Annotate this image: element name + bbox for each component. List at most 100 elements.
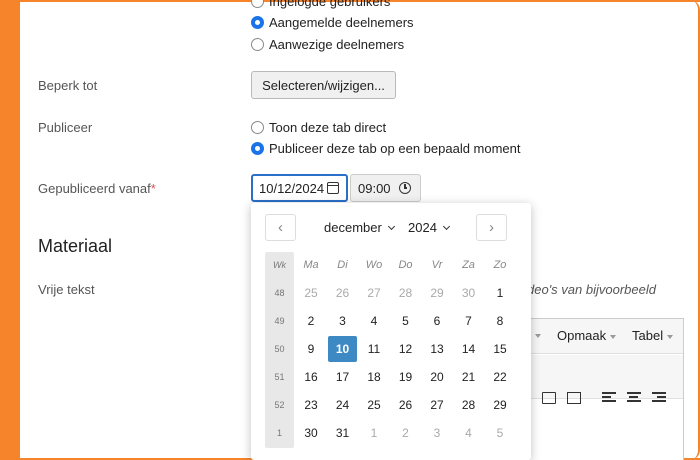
align-left-icon[interactable]: [602, 392, 616, 404]
radio-button[interactable]: [251, 38, 264, 51]
calendar-day[interactable]: 20: [423, 364, 452, 390]
publish-label: Publiceer: [38, 120, 93, 135]
rich-text-editor[interactable]: Opmaak Tabel: [520, 318, 684, 460]
editor-menubar: Opmaak Tabel: [521, 319, 683, 354]
published-from-label: Gepubliceerd vanaf*: [38, 181, 156, 196]
calendar-day[interactable]: 8: [486, 308, 515, 334]
radio-option-publish-at-moment[interactable]: Publiceer deze tab op een bepaald moment: [251, 141, 521, 156]
week-number: 1: [276, 428, 282, 438]
calendar-day[interactable]: 31: [328, 420, 357, 446]
free-text-hint: deo's van bijvoorbeeld: [527, 282, 656, 297]
calendar-day[interactable]: 23: [297, 392, 326, 418]
calendar-day[interactable]: 9: [297, 336, 326, 362]
chevron-down-icon: [387, 222, 395, 231]
date-value: 10/12/2024: [259, 180, 325, 196]
calendar-day[interactable]: 19: [391, 364, 420, 390]
calendar-day[interactable]: 6: [423, 308, 452, 334]
radio-button[interactable]: [251, 121, 264, 134]
radio-option-registered[interactable]: Aangemelde deelnemers: [251, 15, 414, 30]
weekday-header: Do: [398, 259, 413, 271]
next-month-button[interactable]: ›: [476, 214, 507, 241]
weekday-header: Ma: [303, 259, 319, 271]
calendar-day[interactable]: 11: [360, 336, 389, 362]
calendar-day[interactable]: 29: [423, 280, 452, 306]
calendar-day[interactable]: 16: [297, 364, 326, 390]
calendar-day[interactable]: 24: [328, 392, 357, 418]
published-from-label-text: Gepubliceerd vanaf: [38, 181, 151, 196]
radio-button[interactable]: [251, 16, 264, 29]
menu-table[interactable]: Tabel: [632, 328, 674, 343]
calendar-day[interactable]: 5: [486, 420, 515, 446]
menu-format-label: Opmaak: [557, 328, 607, 343]
calendar-day[interactable]: 2: [391, 420, 420, 446]
week-number: 51: [274, 372, 285, 382]
week-number: 52: [274, 400, 285, 410]
required-marker: *: [150, 181, 156, 196]
calendar-day[interactable]: 28: [391, 280, 420, 306]
align-center-icon[interactable]: [627, 392, 641, 404]
calendar-day[interactable]: 2: [297, 308, 326, 334]
date-input[interactable]: 10/12/2024: [251, 174, 348, 202]
calendar-day[interactable]: 7: [454, 308, 483, 334]
radio-button[interactable]: [251, 0, 264, 8]
time-input[interactable]: 09:00: [350, 174, 421, 202]
calendar-day[interactable]: 3: [423, 420, 452, 446]
calendar-day[interactable]: 1: [360, 420, 389, 446]
calendar-day[interactable]: 25: [360, 392, 389, 418]
radio-option-present[interactable]: Aanwezige deelnemers: [251, 37, 404, 52]
calendar-day[interactable]: 30: [297, 420, 326, 446]
week-header: Wk: [273, 260, 286, 270]
calendar-day[interactable]: 1: [486, 280, 515, 306]
chevron-down-icon: [667, 334, 674, 339]
insert-image-icon[interactable]: [542, 392, 556, 404]
weekday-header: Za: [462, 259, 475, 271]
chevron-right-icon: ›: [489, 219, 494, 236]
calendar-day[interactable]: 13: [423, 336, 452, 362]
radio-button[interactable]: [251, 142, 264, 155]
calendar-day[interactable]: 27: [423, 392, 452, 418]
insert-media-icon[interactable]: [567, 392, 581, 404]
chevron-left-icon: ‹: [278, 219, 283, 236]
select-change-button[interactable]: Selecteren/wijzigen...: [251, 71, 396, 99]
week-number: 49: [274, 316, 285, 326]
month-select[interactable]: december: [324, 220, 395, 235]
menu-format[interactable]: Opmaak: [557, 328, 617, 343]
calendar-day[interactable]: 27: [360, 280, 389, 306]
radio-label: Toon deze tab direct: [269, 120, 387, 135]
calendar-day[interactable]: 4: [360, 308, 389, 334]
restrict-label: Beperk tot: [38, 78, 98, 93]
menu-caret-icon[interactable]: [535, 334, 541, 338]
year-select[interactable]: 2024: [408, 220, 450, 235]
weekday-header: Di: [337, 259, 348, 271]
calendar-day[interactable]: 18: [360, 364, 389, 390]
calendar-day-selected[interactable]: 10: [328, 336, 357, 362]
month-value: december: [324, 220, 382, 235]
calendar-day[interactable]: 3: [328, 308, 357, 334]
radio-option-show-directly[interactable]: Toon deze tab direct: [251, 120, 386, 135]
radio-label: Aangemelde deelnemers: [269, 15, 414, 30]
calendar-day[interactable]: 15: [486, 336, 515, 362]
calendar-day[interactable]: 14: [454, 336, 483, 362]
time-value: 09:00: [358, 180, 391, 196]
clock-icon[interactable]: [399, 182, 411, 194]
chevron-down-icon: [442, 222, 450, 231]
prev-month-button[interactable]: ‹: [265, 214, 296, 241]
calendar-day[interactable]: 30: [454, 280, 483, 306]
calendar-day[interactable]: 26: [328, 280, 357, 306]
weekday-header: Wo: [365, 259, 383, 271]
datepicker-popup: ‹ december 2024 › Wk Ma Di Wo Do Vr Za Zo 48 25 26…: [251, 203, 531, 460]
radio-option-logged-in[interactable]: Ingelogde gebruikers: [251, 0, 390, 9]
calendar-day[interactable]: 4: [454, 420, 483, 446]
calendar-day[interactable]: 17: [328, 364, 357, 390]
calendar-day[interactable]: 28: [454, 392, 483, 418]
calendar-icon[interactable]: [327, 182, 339, 194]
calendar-day[interactable]: 5: [391, 308, 420, 334]
calendar-day[interactable]: 21: [454, 364, 483, 390]
calendar-day[interactable]: 26: [391, 392, 420, 418]
calendar-day[interactable]: 29: [486, 392, 515, 418]
weekday-header: Vr: [431, 259, 443, 271]
align-right-icon[interactable]: [652, 392, 666, 404]
calendar-day[interactable]: 25: [297, 280, 326, 306]
calendar-day[interactable]: 12: [391, 336, 420, 362]
calendar-day[interactable]: 22: [486, 364, 515, 390]
